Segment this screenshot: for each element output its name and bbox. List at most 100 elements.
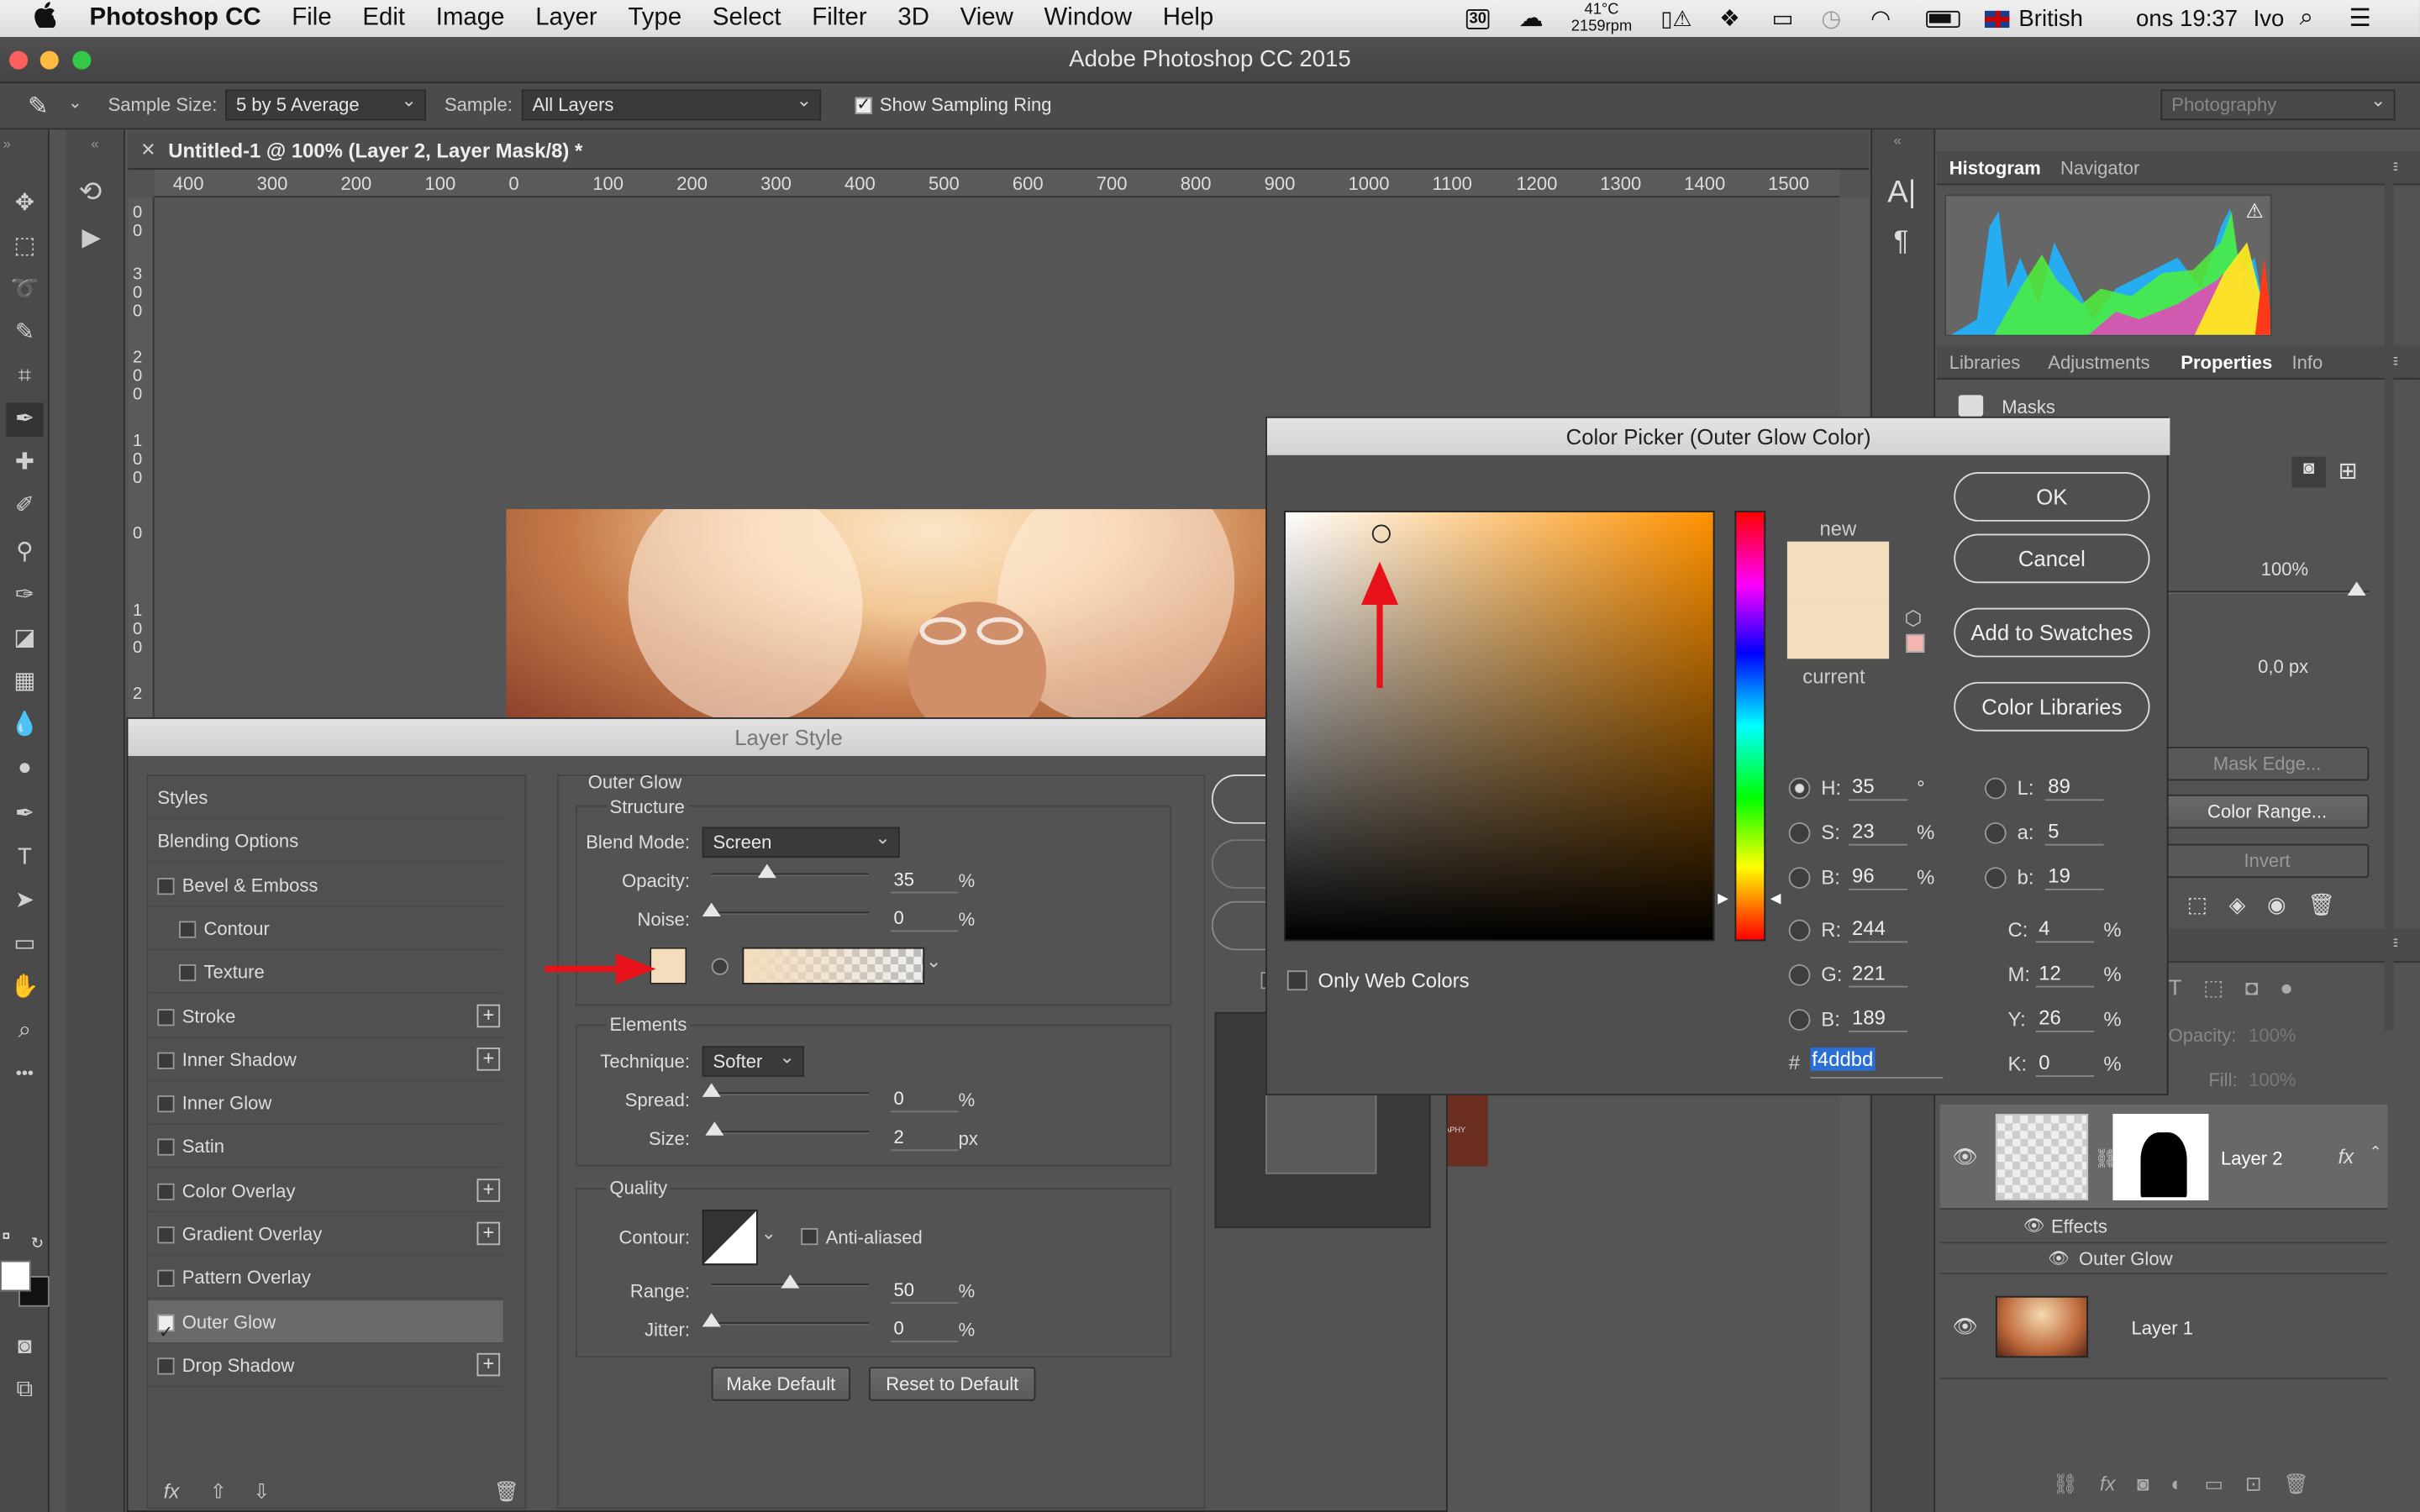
close-document-icon[interactable]: ✕ [140, 139, 155, 160]
layer-name[interactable]: Layer 1 [2131, 1318, 2193, 1340]
eyedropper-preset-icon[interactable]: ✎ [28, 91, 49, 122]
style-item-gradient-overlay[interactable]: Gradient Overlay + [148, 1213, 503, 1257]
input-r[interactable]: 244 [1849, 915, 1908, 943]
style-checkbox[interactable] [157, 1226, 175, 1244]
panel-scrollbar[interactable] [2384, 150, 2394, 1031]
input-s[interactable]: 23 [1849, 817, 1908, 846]
layers-fill-value[interactable]: 100% [2249, 1069, 2296, 1091]
color-swatches[interactable]: ↻ [0, 1232, 50, 1307]
input-k[interactable]: 0 [2035, 1049, 2095, 1078]
input-b[interactable]: 96 [1849, 863, 1908, 890]
collapse-icon[interactable]: « [91, 136, 98, 151]
clone-stamp-icon[interactable]: ⚲ [6, 535, 43, 569]
size-slider[interactable] [705, 1121, 870, 1136]
gradient-dropdown-icon[interactable]: ⌄ [926, 950, 941, 972]
adjustment-layer-icon[interactable]: ◐ [2170, 1472, 2182, 1496]
menu-image[interactable]: Image [436, 5, 505, 33]
menu-window[interactable]: Window [1044, 5, 1133, 33]
layer-effect-outer-glow-row[interactable]: 👁 Outer Glow [1939, 1243, 2388, 1275]
dialog-new-style-button-partial[interactable] [1211, 900, 1274, 951]
noise-input[interactable]: 0 [890, 904, 959, 932]
collapse-icon[interactable]: « [1894, 133, 1902, 148]
creative-cloud-icon[interactable]: ☁ [1518, 0, 1543, 37]
outer-glow-visibility-icon[interactable]: 👁 [2048, 1248, 2070, 1268]
airplay-icon[interactable]: ▭ [1772, 0, 1794, 37]
spotlight-search-icon[interactable]: ⌕ [2300, 0, 2313, 37]
layer-mask-thumbnail[interactable] [2112, 1114, 2209, 1200]
filter-smart-object-icon[interactable]: ◘ [2245, 975, 2259, 1001]
tab-navigator[interactable]: Navigator [2060, 157, 2139, 179]
jitter-input[interactable]: 0 [890, 1315, 959, 1342]
delete-effect-icon[interactable]: 🗑 [494, 1479, 519, 1504]
radio-bb[interactable] [1788, 1009, 1811, 1031]
show-sampling-ring-checkbox[interactable] [855, 94, 872, 114]
menu-file[interactable]: File [292, 5, 331, 33]
layers-opacity-value[interactable]: 100% [2249, 1025, 2296, 1047]
move-icon[interactable]: ✥ [6, 186, 43, 220]
layer-row-layer-2[interactable]: 👁 ⛓ Layer 2 fx ⌃ [1939, 1105, 2388, 1210]
dialog-ok-button-partial[interactable] [1211, 774, 1274, 824]
anti-aliased-checkbox[interactable] [801, 1228, 818, 1246]
menu-type[interactable]: Type [628, 5, 681, 33]
cancel-button[interactable]: Cancel [1954, 533, 2150, 584]
shape-icon[interactable]: ▭ [6, 927, 43, 961]
style-checkbox[interactable] [157, 877, 175, 895]
pen-icon[interactable]: ✒ [6, 798, 43, 832]
mask-edge-button[interactable]: Mask Edge... [2165, 746, 2370, 781]
quick-select-icon[interactable]: ✎ [6, 317, 43, 350]
invert-button[interactable]: Invert [2165, 843, 2370, 879]
layer-name[interactable]: Layer 2 [2221, 1148, 2283, 1170]
eyedropper-icon[interactable]: ✒ [6, 402, 44, 437]
layer-effects-row[interactable]: 👁 Effects [1939, 1209, 2388, 1244]
hue-slider-handle-left[interactable]: ▶ [1718, 890, 1728, 907]
color-range-button[interactable]: Color Range... [2165, 794, 2370, 829]
paragraph-panel-icon[interactable]: ¶ [1894, 225, 1909, 258]
foreground-color-swatch[interactable] [0, 1260, 31, 1292]
hue-slider-handle-right[interactable]: ◀ [1770, 890, 1781, 907]
out-of-gamut-cube-icon[interactable]: ⬡ [1904, 606, 1922, 631]
filter-type-icon[interactable]: T [2169, 975, 2182, 1001]
style-item-pattern-overlay[interactable]: Pattern Overlay [148, 1257, 503, 1300]
opacity-input[interactable]: 35 [890, 865, 959, 894]
tab-histogram[interactable]: Histogram [1949, 157, 2041, 179]
add-style-fx-icon[interactable]: fx [2100, 1472, 2116, 1496]
pixel-mask-icon[interactable]: ◙ [2291, 456, 2326, 488]
expand-effects-icon[interactable]: ⌃ [2369, 1145, 2381, 1162]
size-input[interactable]: 2 [890, 1123, 959, 1152]
reset-to-default-button[interactable]: Reset to Default [869, 1367, 1036, 1401]
tab-libraries[interactable]: Libraries [1949, 352, 2021, 374]
add-instance-icon[interactable]: + [476, 1178, 501, 1202]
style-checkbox[interactable] [157, 1052, 175, 1069]
quick-mask-icon[interactable]: ◙ [6, 1330, 43, 1363]
document-tab[interactable]: ✕ Untitled-1 @ 100% (Layer 2, Layer Mask… [128, 132, 1870, 171]
radio-s[interactable] [1788, 822, 1811, 844]
spread-input[interactable]: 0 [890, 1084, 959, 1113]
style-checkbox[interactable] [179, 921, 197, 938]
swap-colors-icon[interactable]: ↻ [31, 1236, 44, 1252]
add-mask-icon[interactable]: ◙ [2137, 1472, 2149, 1496]
menu-help[interactable]: Help [1163, 5, 1213, 33]
layer-effects-fx-icon[interactable]: fx [2338, 1145, 2354, 1168]
style-item-stroke[interactable]: Stroke + [148, 995, 503, 1038]
calendar-icon[interactable]: 30 [1465, 0, 1490, 37]
move-down-icon[interactable]: ⇩ [253, 1479, 270, 1504]
tab-adjustments[interactable]: Adjustments [2048, 352, 2149, 374]
tab-properties[interactable]: Properties [2181, 352, 2272, 374]
eraser-icon[interactable]: ◪ [6, 622, 43, 655]
dialog-cancel-button-partial[interactable] [1211, 839, 1274, 889]
collapse-toolbar-icon[interactable]: » [3, 136, 11, 151]
style-checkbox[interactable] [157, 1270, 175, 1288]
hand-icon[interactable]: ✋ [6, 970, 43, 1004]
input-l[interactable]: 89 [2044, 773, 2104, 801]
blur-icon[interactable]: 💧 [6, 708, 43, 742]
wifi-icon[interactable]: ◠ [1870, 0, 1891, 37]
menu-view[interactable]: View [960, 5, 1013, 33]
jitter-slider[interactable] [702, 1313, 870, 1327]
radio-b[interactable] [1788, 867, 1811, 889]
add-instance-icon[interactable]: + [476, 1352, 501, 1377]
marquee-icon[interactable]: ⬚ [6, 230, 43, 264]
radio-g[interactable] [1788, 963, 1811, 986]
dropbox-icon[interactable]: ❖ [1719, 0, 1740, 37]
crop-icon[interactable]: ⌗ [6, 360, 43, 393]
style-item-styles[interactable]: Styles [148, 776, 503, 820]
